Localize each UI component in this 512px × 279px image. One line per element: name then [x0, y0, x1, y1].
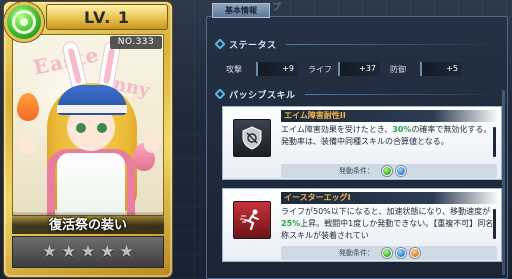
- stat-attack: 攻撃 +9: [226, 61, 298, 77]
- stat-label: 防御: [390, 64, 406, 74]
- condition-label: 発動条件：: [339, 167, 374, 175]
- skill-activation-conditions: 発動条件：: [281, 246, 497, 260]
- green-element-icon: [382, 248, 392, 258]
- passive-skill-section-header: パッシブスキル: [214, 86, 506, 102]
- star-icon: ★: [99, 241, 115, 262]
- hexagon-bullet-icon: [214, 38, 226, 50]
- skill-name: イースターエッグI: [281, 192, 499, 204]
- passive-skill-section-title: パッシブスキル: [229, 90, 296, 101]
- status-section-header: ステータス: [214, 36, 506, 52]
- level-bar: LV. 1: [46, 4, 168, 30]
- easter-egg-orange: [17, 93, 39, 121]
- running-man-icon: [233, 201, 271, 239]
- character-cap-band: [57, 105, 127, 113]
- stat-defense: 防御 +5: [390, 61, 462, 77]
- stats-row: 攻撃 +9 ライフ +37 防御 +5: [226, 60, 502, 78]
- section-divider: [304, 93, 506, 95]
- character-eye-left: [76, 123, 86, 133]
- skill-activation-conditions: 発動条件：: [281, 164, 497, 178]
- rarity-stars: ★ ★ ★ ★ ★: [12, 236, 164, 268]
- green-element-icon: [382, 166, 392, 176]
- star-icon: ★: [80, 241, 96, 262]
- character-dress: [57, 153, 125, 215]
- star-icon: ★: [118, 241, 135, 262]
- character-card[interactable]: Easte nny LV. 1 NO.333 復活祭の装い ★ ★ ★ ★ ★: [0, 0, 176, 279]
- character-eye-right: [97, 123, 107, 133]
- star-icon: ★: [41, 241, 58, 262]
- blue-element-icon: [396, 166, 406, 176]
- stat-life: ライフ +37: [308, 61, 380, 77]
- panel-scrollbar[interactable]: [502, 90, 505, 275]
- shield-icon: [233, 119, 271, 157]
- hexagon-bullet-icon: [214, 88, 226, 100]
- stat-value: +5: [420, 62, 462, 76]
- skill-description: エイム障害効果を受けたとき、30%の確率で無効化する。発動率は、装備中同種スキル…: [281, 125, 492, 146]
- stat-label: ライフ: [308, 64, 332, 74]
- level-text: LV. 1: [83, 7, 131, 27]
- skill-card-easter-egg[interactable]: イースターエッグI ライフが50%以下になると、加速状態になり、移動速度が25%…: [222, 188, 502, 262]
- blue-element-icon: [396, 248, 406, 258]
- card-number: NO.333: [110, 36, 162, 49]
- stat-value: +9: [256, 62, 298, 76]
- skill-card-aim-resist[interactable]: エイム障害耐性II エイム障害効果を受けたとき、30%の確率で無効化する。発動率…: [222, 106, 502, 180]
- green-element-icon: [4, 2, 44, 42]
- stat-value: +37: [338, 62, 380, 76]
- peace-sign-hand-left: [15, 130, 39, 158]
- orange-element-icon: [410, 248, 420, 258]
- condition-label: 発動条件：: [339, 249, 374, 257]
- skill-description-scrollbar[interactable]: [493, 127, 496, 157]
- skill-description-scrollbar[interactable]: [493, 209, 496, 239]
- card-name: 復活祭の装い: [48, 217, 127, 233]
- status-section-title: ステータス: [229, 40, 277, 51]
- card-artwork: Easte nny: [12, 34, 164, 216]
- star-icon: ★: [61, 241, 77, 262]
- tab-basic-info[interactable]: 基本情報: [212, 3, 270, 18]
- section-divider: [285, 43, 506, 45]
- card-name-bar: 復活祭の装い: [12, 212, 164, 234]
- skill-description: ライフが50%以下になると、加速状態になり、移動速度が25%上昇。戦闘中1度しか…: [281, 207, 494, 240]
- skill-name: エイム障害耐性II: [281, 110, 499, 122]
- stat-label: 攻撃: [226, 64, 242, 74]
